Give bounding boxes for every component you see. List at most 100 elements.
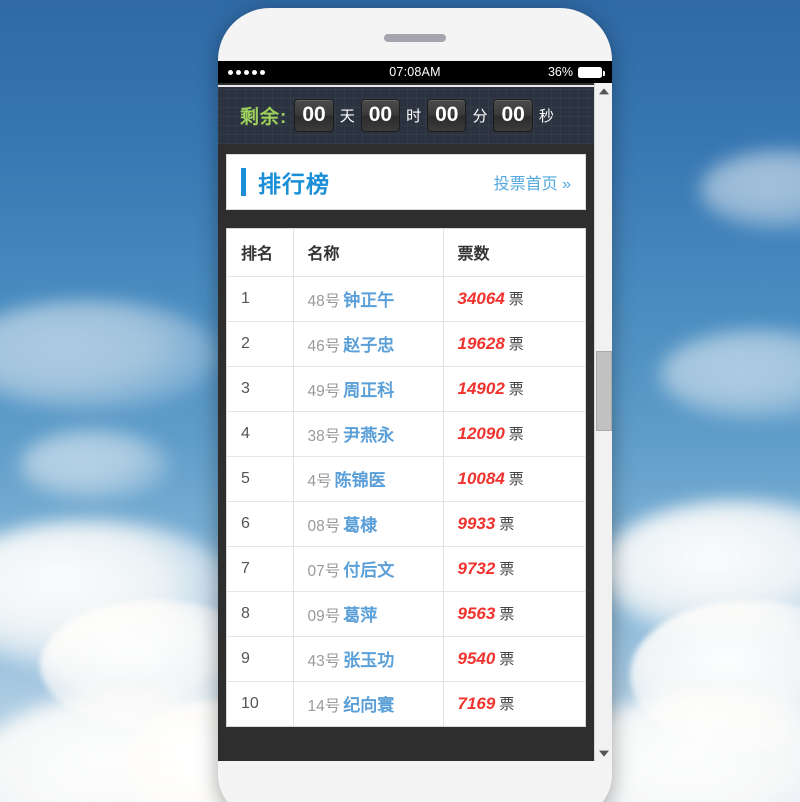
vote-unit-label: 票 bbox=[508, 291, 524, 309]
phone-speaker-grille bbox=[384, 34, 446, 42]
contestant-name[interactable]: 葛萍 bbox=[343, 606, 377, 625]
page-title: 排行榜 bbox=[258, 171, 330, 198]
vote-count: 19628 bbox=[457, 334, 505, 354]
column-header-name: 名称 bbox=[293, 229, 444, 277]
contestant-number: 4号 bbox=[307, 473, 332, 491]
scrollbar-thumb[interactable] bbox=[596, 351, 612, 431]
contestant-name[interactable]: 纪向寰 bbox=[343, 696, 394, 715]
countdown-seconds-value: 00 bbox=[493, 99, 533, 133]
cell-name: 09号 葛萍 bbox=[293, 591, 444, 637]
table-row: 10 14号 纪向寰 7169 票 bbox=[227, 681, 585, 727]
table-row: 5 4号 陈锦医 10084 票 bbox=[227, 456, 585, 502]
contestant-number: 08号 bbox=[307, 518, 341, 536]
contestant-number: 07号 bbox=[307, 563, 341, 581]
cell-name: 14号 纪向寰 bbox=[293, 681, 444, 727]
vote-unit-label: 票 bbox=[499, 516, 515, 534]
countdown-days-value: 00 bbox=[294, 99, 334, 133]
scroll-down-arrow-icon[interactable] bbox=[595, 744, 612, 761]
countdown-minutes-unit: 分 bbox=[472, 108, 488, 126]
contestant-number: 38号 bbox=[307, 428, 341, 446]
contestant-number: 48号 bbox=[307, 293, 341, 311]
cloud bbox=[0, 300, 220, 410]
contestant-name[interactable]: 周正科 bbox=[343, 381, 394, 400]
contestant-name[interactable]: 葛棣 bbox=[343, 516, 377, 535]
table-header-row: 排名 名称 票数 bbox=[227, 229, 585, 277]
countdown-hours-unit: 时 bbox=[406, 108, 422, 126]
battery-percent-label: 36% bbox=[547, 65, 573, 79]
ranking-header: 排行榜 投票首页 » bbox=[226, 154, 586, 211]
vote-count: 9732 bbox=[457, 559, 496, 579]
contestant-name[interactable]: 赵子忠 bbox=[343, 336, 394, 355]
cell-votes: 9933 票 bbox=[443, 501, 585, 547]
contestant-number: 49号 bbox=[307, 383, 341, 401]
cell-name: 46号 赵子忠 bbox=[293, 321, 444, 367]
page-background: 07:08AM 36% 剩余: 00 天 00 时 00 分 00 秒 排行榜 … bbox=[0, 0, 800, 802]
cell-votes: 14902 票 bbox=[443, 366, 585, 412]
table-row: 6 08号 葛棣 9933 票 bbox=[227, 501, 585, 547]
cell-name: 08号 葛棣 bbox=[293, 501, 444, 547]
cell-name: 43号 张玉功 bbox=[293, 636, 444, 682]
phone-screen: 07:08AM 36% 剩余: 00 天 00 时 00 分 00 秒 排行榜 … bbox=[218, 61, 612, 761]
vote-count: 7169 bbox=[457, 694, 496, 714]
cloud bbox=[600, 500, 800, 640]
table-row: 1 48号 钟正午 34064 票 bbox=[227, 276, 585, 322]
cell-votes: 9563 票 bbox=[443, 591, 585, 637]
vote-unit-label: 票 bbox=[499, 696, 515, 714]
countdown-label: 剩余: bbox=[240, 107, 288, 129]
contestant-number: 09号 bbox=[307, 608, 341, 626]
countdown-timer: 剩余: 00 天 00 时 00 分 00 秒 bbox=[218, 85, 594, 144]
contestant-name[interactable]: 陈锦医 bbox=[335, 471, 386, 490]
ranking-table-body: 1 48号 钟正午 34064 票 2 46号 赵子忠 19628 票 3 49号 周正科 14902 票 4… bbox=[227, 276, 585, 727]
cell-rank: 4 bbox=[227, 411, 294, 457]
cloud bbox=[700, 150, 800, 230]
cell-rank: 7 bbox=[227, 546, 294, 592]
vote-unit-label: 票 bbox=[499, 561, 515, 579]
battery-icon bbox=[578, 66, 605, 78]
vote-unit-label: 票 bbox=[508, 336, 524, 354]
cell-rank: 6 bbox=[227, 501, 294, 547]
vote-unit-label: 票 bbox=[508, 471, 524, 489]
cell-name: 4号 陈锦医 bbox=[293, 456, 444, 502]
table-row: 9 43号 张玉功 9540 票 bbox=[227, 636, 585, 682]
column-header-rank: 排名 bbox=[227, 229, 294, 277]
cell-rank: 5 bbox=[227, 456, 294, 502]
cell-rank: 9 bbox=[227, 636, 294, 682]
title-accent-bar bbox=[241, 168, 246, 197]
cell-name: 38号 尹燕永 bbox=[293, 411, 444, 457]
table-row: 2 46号 赵子忠 19628 票 bbox=[227, 321, 585, 367]
contestant-name[interactable]: 付后文 bbox=[343, 561, 394, 580]
phone-frame: 07:08AM 36% 剩余: 00 天 00 时 00 分 00 秒 排行榜 … bbox=[218, 8, 612, 802]
vote-count: 9540 bbox=[457, 649, 496, 669]
phone-bottom-bezel bbox=[218, 761, 612, 802]
vote-unit-label: 票 bbox=[499, 606, 515, 624]
vote-count: 9563 bbox=[457, 604, 496, 624]
contestant-name[interactable]: 钟正午 bbox=[343, 291, 394, 310]
cell-rank: 8 bbox=[227, 591, 294, 637]
vote-unit-label: 票 bbox=[508, 426, 524, 444]
ranking-table: 排名 名称 票数 1 48号 钟正午 34064 票 2 46号 赵子忠 19628 票 3 49号周… bbox=[227, 229, 585, 727]
vertical-scrollbar[interactable] bbox=[594, 83, 612, 761]
scroll-up-arrow-icon[interactable] bbox=[595, 83, 612, 100]
column-header-votes: 票数 bbox=[443, 229, 585, 277]
status-bar-right: 36% bbox=[547, 65, 605, 79]
countdown-seconds-unit: 秒 bbox=[538, 108, 554, 126]
cell-votes: 9732 票 bbox=[443, 546, 585, 592]
vote-count: 9933 bbox=[457, 514, 496, 534]
vote-home-link[interactable]: 投票首页 » bbox=[494, 170, 571, 194]
countdown-minutes-value: 00 bbox=[427, 99, 467, 133]
page-content: 剩余: 00 天 00 时 00 分 00 秒 排行榜 投票首页 » 排名 名称… bbox=[218, 83, 612, 761]
cell-rank: 1 bbox=[227, 276, 294, 322]
contestant-number: 43号 bbox=[307, 653, 341, 671]
countdown-hours-value: 00 bbox=[360, 99, 401, 133]
vote-unit-label: 票 bbox=[499, 651, 515, 669]
contestant-name[interactable]: 尹燕永 bbox=[343, 426, 394, 445]
cell-votes: 9540 票 bbox=[443, 636, 585, 682]
cell-rank: 2 bbox=[227, 321, 294, 367]
contestant-name[interactable]: 张玉功 bbox=[343, 651, 394, 670]
scroll-viewport: 剩余: 00 天 00 时 00 分 00 秒 排行榜 投票首页 » 排名 名称… bbox=[218, 83, 594, 761]
cell-name: 07号 付后文 bbox=[293, 546, 444, 592]
vote-count: 10084 bbox=[457, 469, 505, 489]
cell-votes: 10084 票 bbox=[443, 456, 585, 502]
cell-votes: 34064 票 bbox=[443, 276, 585, 322]
cell-votes: 7169 票 bbox=[443, 681, 585, 726]
